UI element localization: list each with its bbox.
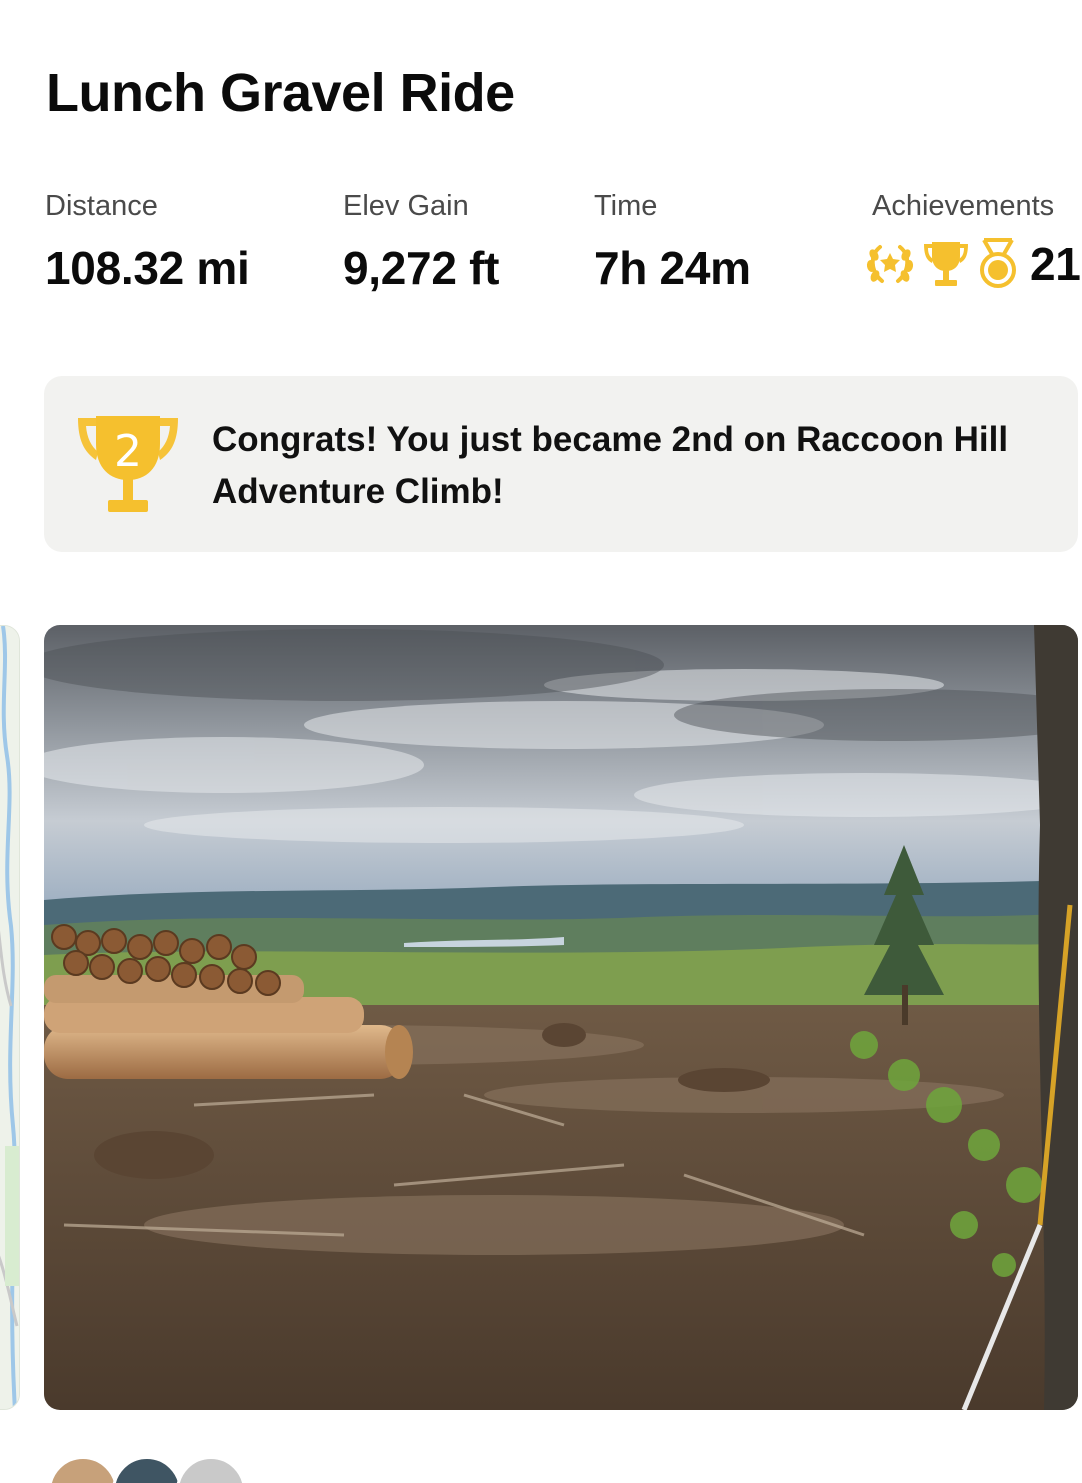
avatar[interactable] [48,1456,118,1483]
avatar[interactable] [112,1456,182,1483]
stat-time: Time 7h 24m [594,190,751,295]
trophy-rank: 2 [114,426,142,477]
stat-label: Achievements [872,190,1055,222]
avatar[interactable] [176,1456,246,1483]
achievements-count: 21 [1030,238,1081,290]
route-map-preview[interactable] [0,625,20,1410]
activity-page: Lunch Gravel Ride Distance 108.32 mi Ele… [0,0,1082,1483]
achievements-row: 21 [864,237,1081,291]
stat-achievements[interactable]: Achievements 21 [866,190,1081,291]
stat-label: Distance [45,190,158,222]
achievement-message: Congrats! You just became 2nd on Raccoon… [212,420,1009,511]
stat-value: 108.32 mi [45,242,250,294]
stat-value: 7h 24m [594,242,751,294]
trophy-icon [920,238,972,290]
trophy-icon: 2 [78,414,178,519]
medal-icon [976,238,1020,290]
activity-title: Lunch Gravel Ride [46,63,515,123]
stat-distance: Distance 108.32 mi [45,190,250,295]
landscape-photo[interactable] [44,625,1078,1410]
stat-label: Time [594,190,658,222]
achievement-banner[interactable]: 2 Congrats! You just became 2nd on Racco… [44,376,1078,552]
stat-label: Elev Gain [343,190,469,222]
laurel-icon [864,239,916,289]
stat-elev-gain: Elev Gain 9,272 ft [343,190,499,295]
stat-value: 9,272 ft [343,242,500,294]
